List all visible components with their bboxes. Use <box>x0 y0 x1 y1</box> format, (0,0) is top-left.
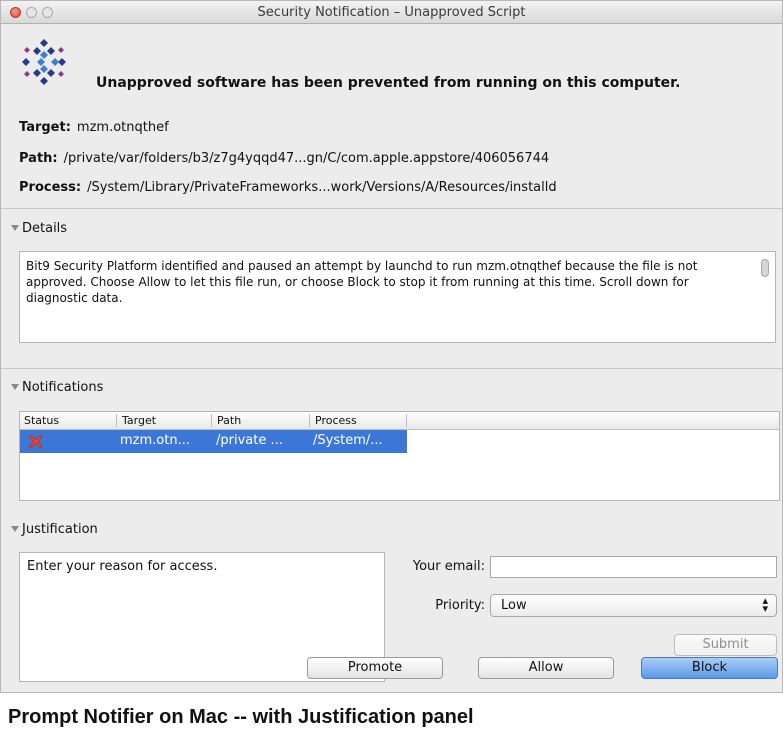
process-row: Process: /System/Library/PrivateFramework… <box>19 180 557 195</box>
row-path: /private ... <box>216 433 283 448</box>
block-button[interactable]: Block <box>641 657 778 679</box>
details-scrollbar[interactable] <box>761 259 769 277</box>
target-value: mzm.otnqthef <box>76 120 169 135</box>
column-divider <box>309 414 310 427</box>
process-value: /System/Library/PrivateFrameworks...work… <box>87 180 557 195</box>
details-title: Details <box>22 221 68 236</box>
row-process: /System/... <box>313 433 383 448</box>
target-label: Target: <box>19 120 71 135</box>
priority-label: Priority: <box>435 598 485 613</box>
details-text-area[interactable]: Bit9 Security Platform identified and pa… <box>19 251 776 343</box>
title-bar[interactable]: Security Notification – Unapproved Scrip… <box>1 1 782 24</box>
table-header: Status Target Path Process <box>20 412 779 430</box>
process-label: Process: <box>19 180 82 195</box>
details-text: Bit9 Security Platform identified and pa… <box>26 259 698 305</box>
column-header-target[interactable]: Target <box>122 414 156 427</box>
disclosure-triangle-icon <box>11 224 19 231</box>
submit-button[interactable]: Submit <box>674 634 777 656</box>
table-row[interactable]: mzm.otn... /private ... /System/... <box>20 430 407 453</box>
priority-value: Low <box>501 598 527 613</box>
details-section-toggle[interactable]: Details <box>11 221 67 236</box>
disclosure-triangle-icon <box>11 383 19 390</box>
column-divider <box>406 414 407 427</box>
notifications-table: Status Target Path Process mzm.otn... /p… <box>19 411 780 501</box>
row-target: mzm.otn... <box>120 433 190 448</box>
priority-select[interactable]: Low ▴ ▾ <box>490 594 777 617</box>
path-row: Path: /private/var/folders/b3/z7g4yqqd47.… <box>19 151 549 166</box>
column-divider <box>211 414 212 427</box>
email-label: Your email: <box>412 559 485 574</box>
headline: Unapproved software has been prevented f… <box>96 75 681 91</box>
column-header-path[interactable]: Path <box>217 414 241 427</box>
allow-button[interactable]: Allow <box>478 657 614 679</box>
disclosure-triangle-icon <box>11 525 19 532</box>
divider <box>1 368 782 369</box>
column-header-process[interactable]: Process <box>315 414 357 427</box>
security-notification-window: Security Notification – Unapproved Scrip… <box>0 0 783 693</box>
path-label: Path: <box>19 151 58 166</box>
justification-section-toggle[interactable]: Justification <box>11 522 98 537</box>
notifications-title: Notifications <box>22 380 104 395</box>
email-input[interactable] <box>490 556 777 578</box>
justification-title: Justification <box>22 522 98 537</box>
select-arrows-icon: ▴ ▾ <box>762 594 768 615</box>
red-x-icon <box>28 434 43 449</box>
path-value: /private/var/folders/b3/z7g4yqqd47...gn/… <box>63 151 550 166</box>
window-title: Security Notification – Unapproved Scrip… <box>257 5 526 20</box>
caption: Prompt Notifier on Mac -- with Justifica… <box>8 706 474 728</box>
notifications-section-toggle[interactable]: Notifications <box>11 380 103 395</box>
divider <box>1 208 782 209</box>
target-row: Target: mzm.otnqthef <box>19 120 169 135</box>
promote-button[interactable]: Promote <box>307 657 443 679</box>
bit9-logo-icon <box>22 39 66 85</box>
column-header-status[interactable]: Status <box>24 414 59 427</box>
column-divider <box>116 414 117 427</box>
